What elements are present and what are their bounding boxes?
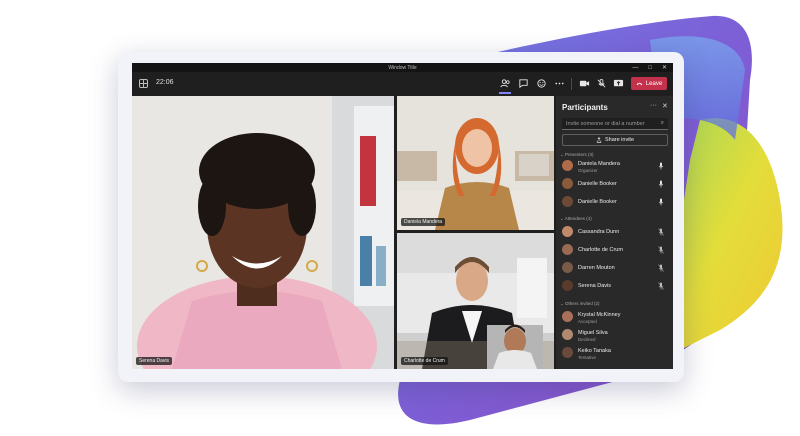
chat-icon[interactable] [517, 77, 530, 90]
avatar [562, 329, 573, 340]
layout-grid-icon[interactable] [139, 79, 148, 88]
camera-icon[interactable] [578, 77, 591, 90]
video-feed [397, 233, 554, 369]
avatar [562, 160, 573, 171]
mic-icon [658, 180, 664, 188]
participant-name: Danielle Booker [578, 199, 617, 205]
participant-status: Accepted [578, 318, 597, 324]
react-icon[interactable] [535, 77, 548, 90]
phone-hangup-icon [636, 82, 643, 86]
avatar [562, 262, 573, 273]
avatar [562, 178, 573, 189]
mic-off-icon [658, 264, 664, 272]
participant-name: Daniela Mandera [578, 161, 620, 167]
video-feed [397, 96, 554, 230]
leave-button[interactable]: Leave [631, 77, 667, 90]
participant-name: Cassandra Dunn [578, 229, 620, 235]
close-panel-button[interactable]: ✕ [662, 102, 668, 110]
participant-row[interactable]: Danielle Booker [556, 177, 673, 192]
avatar [562, 226, 573, 237]
avatar [562, 196, 573, 207]
mic-icon [658, 162, 664, 170]
mic-off-icon [658, 282, 664, 290]
panel-title: Participants [562, 103, 608, 112]
search-icon: ⌕ [660, 120, 664, 126]
mic-off-icon [658, 246, 664, 254]
section-header-text: Attendees (4) [564, 216, 592, 221]
invite-input[interactable]: Invite someone or dial a number ⌕ [562, 118, 668, 130]
participant-name: Serena Davis [578, 283, 612, 289]
video-tile-bottom-right[interactable]: Charlotte de Crum [397, 233, 554, 369]
window-title: Window Title [388, 64, 417, 71]
section-header-attendees[interactable]: ⌄ Attendees (4) [560, 216, 592, 222]
participant-name: Krystal McKinney [578, 312, 621, 318]
mic-icon [658, 198, 664, 206]
invite-placeholder: Invite someone or dial a number [566, 121, 645, 127]
people-icon[interactable] [499, 77, 512, 90]
share-icon [596, 137, 602, 143]
participant-row[interactable]: Danielle Booker [556, 195, 673, 210]
participant-role: Organizer [578, 167, 598, 173]
more-icon[interactable] [553, 77, 566, 90]
participant-name: Miguel Silva [578, 330, 608, 336]
participant-row[interactable]: Keiko Tanaka Tentative [556, 346, 673, 361]
section-header-text: Presenters (3) [565, 152, 594, 157]
close-window-button[interactable]: ✕ [662, 64, 667, 71]
mic-off-icon [658, 228, 664, 236]
participant-name: Charlotte de Crum [578, 247, 623, 253]
participant-status: Tentative [578, 354, 597, 360]
participant-name: Keiko Tanaka [578, 348, 611, 354]
participant-row[interactable]: Daniela Mandera Organizer [556, 159, 673, 174]
section-header-text: Others invited (2) [565, 301, 600, 306]
meeting-toolbar: 22:06 Leave [132, 72, 673, 96]
participant-name: Danielle Booker [578, 181, 617, 187]
participant-name-tag: Daniela Mandera [401, 218, 446, 226]
participant-row[interactable]: Miguel Silva Declined [556, 328, 673, 343]
participant-row[interactable]: Serena Davis [556, 279, 673, 294]
meeting-timer: 22:06 [156, 79, 174, 86]
avatar [562, 311, 573, 322]
participant-name-tag: Serena Davis [136, 357, 173, 365]
leave-label: Leave [645, 80, 663, 87]
share-screen-icon[interactable] [612, 77, 625, 90]
video-feed [132, 96, 394, 369]
section-header-presenters[interactable]: ⌄ Presenters (3) [560, 152, 594, 158]
share-invite-label: Share invite [604, 137, 635, 143]
avatar [562, 347, 573, 358]
marketing-stage: Window Title — □ ✕ 22:06 Leave Serena Da… [0, 0, 800, 436]
video-tile-main[interactable]: Serena Davis [132, 96, 394, 369]
avatar [562, 244, 573, 255]
participant-row[interactable]: Krystal McKinney Accepted [556, 310, 673, 325]
title-bar: Window Title — □ ✕ [132, 63, 673, 72]
section-header-others-invited[interactable]: ⌄ Others invited (2) [560, 301, 600, 307]
more-options-button[interactable]: ··· [650, 102, 657, 109]
minimize-button[interactable]: — [632, 65, 638, 71]
window-controls: — □ ✕ [632, 63, 667, 72]
participant-name-tag: Charlotte de Crum [401, 357, 448, 365]
meeting-window: Window Title — □ ✕ 22:06 Leave Serena Da… [132, 63, 673, 369]
people-active-indicator [499, 92, 511, 94]
share-invite-button[interactable]: Share invite [562, 134, 668, 146]
participant-status: Declined [578, 336, 596, 342]
mic-off-icon[interactable] [595, 77, 608, 90]
maximize-button[interactable]: □ [648, 65, 652, 71]
toolbar-divider [571, 78, 572, 90]
participants-panel: Participants ··· ✕ Invite someone or dia… [556, 96, 673, 369]
participant-row[interactable]: Charlotte de Crum [556, 243, 673, 258]
participant-row[interactable]: Darren Mouton [556, 261, 673, 276]
participant-row[interactable]: Cassandra Dunn [556, 225, 673, 240]
avatar [562, 280, 573, 291]
video-tile-top-right[interactable]: Daniela Mandera [397, 96, 554, 230]
participant-name: Darren Mouton [578, 265, 615, 271]
